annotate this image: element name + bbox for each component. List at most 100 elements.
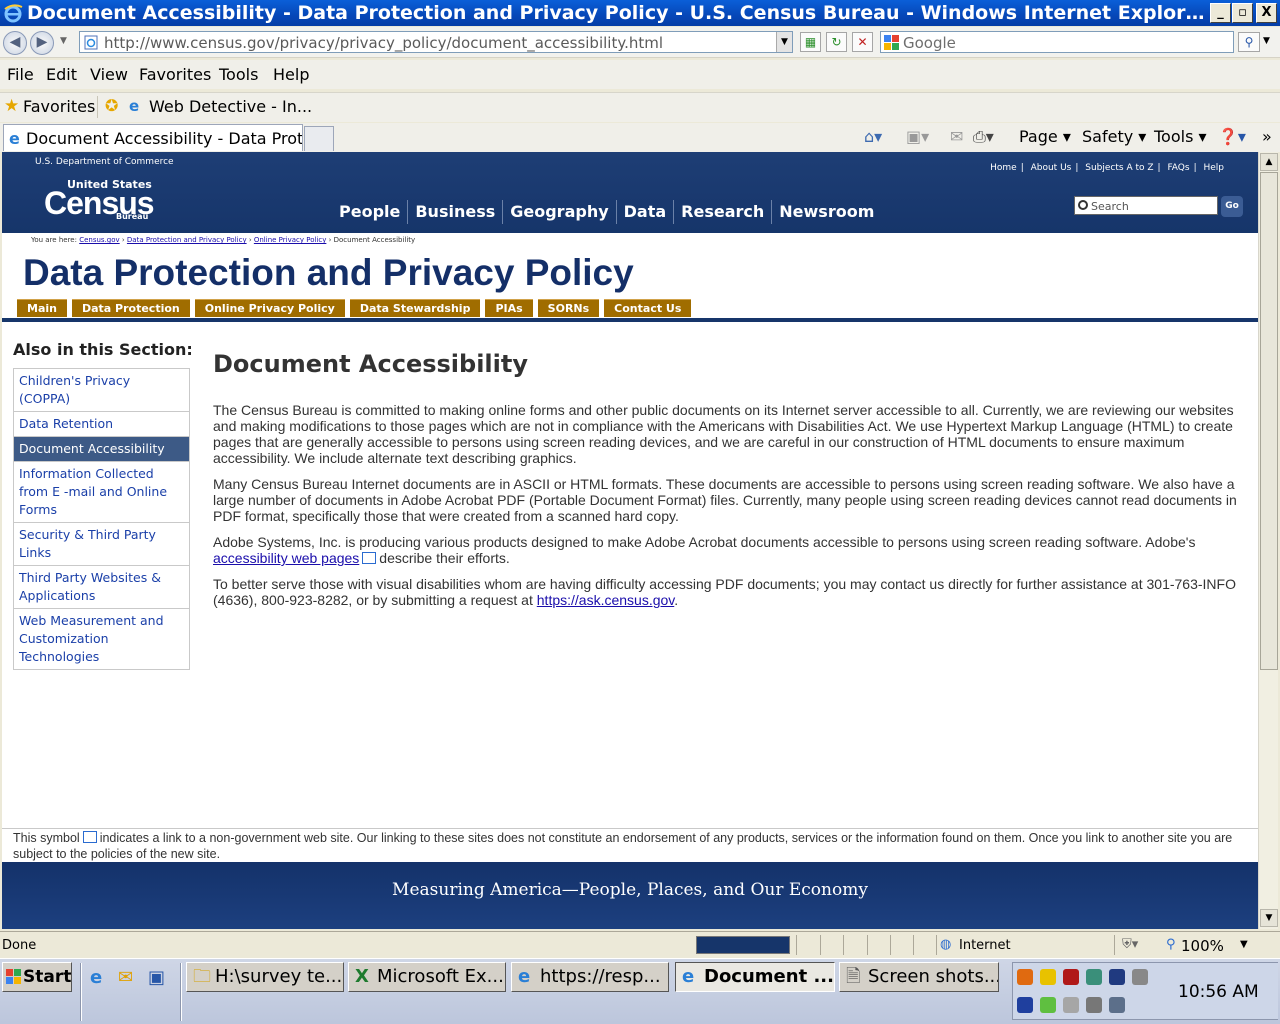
network-icon[interactable] — [1109, 997, 1125, 1013]
tab-contact-us[interactable]: Contact Us — [604, 299, 692, 317]
zoom-dropdown-icon[interactable]: ▼ — [1240, 939, 1248, 950]
feeds-icon[interactable]: ▣▾ — [906, 127, 929, 146]
protected-mode-icon[interactable]: ⛨▾ — [1122, 937, 1138, 952]
menu-view[interactable]: View — [90, 65, 128, 84]
tab-pias[interactable]: PIAs — [485, 299, 533, 317]
read-mail-icon[interactable]: ✉ — [950, 127, 963, 146]
site-search-input[interactable]: Search — [1074, 196, 1218, 215]
taskbar-button-explorer[interactable]: 🗀 H:\survey te... — [186, 962, 344, 992]
chevron-more-icon[interactable]: » — [1262, 127, 1272, 146]
zoom-level[interactable]: 100% — [1181, 937, 1224, 955]
lock-icon[interactable] — [1040, 969, 1056, 985]
sidebar-item-third-party-websites[interactable]: Third Party Websites & Applications — [14, 566, 189, 609]
nav-research[interactable]: Research — [674, 200, 773, 224]
stop-icon[interactable]: ✕ — [852, 32, 873, 52]
breadcrumb-link-census[interactable]: Census.gov — [79, 236, 119, 244]
tab-data-stewardship[interactable]: Data Stewardship — [349, 299, 481, 317]
quicklaunch-ie-icon[interactable]: e — [90, 967, 102, 988]
favorite-link-web-detective[interactable]: Web Detective - In... — [149, 97, 312, 116]
sidebar-item-document-accessibility[interactable]: Document Accessibility — [14, 437, 189, 462]
tab-main[interactable]: Main — [17, 299, 67, 317]
status-divider — [1114, 935, 1115, 955]
menu-file[interactable]: File — [7, 65, 34, 84]
favorites-button[interactable]: Favorites — [23, 97, 95, 116]
java-icon[interactable] — [1017, 969, 1033, 985]
top-link-faqs[interactable]: FAQs — [1167, 163, 1189, 173]
nav-geography[interactable]: Geography — [503, 200, 617, 224]
monitor-icon[interactable] — [1017, 997, 1033, 1013]
tab-document-accessibility[interactable]: e Document Accessibility - Data Prote... — [3, 124, 303, 151]
menu-help[interactable]: Help — [273, 65, 309, 84]
tools-menu[interactable]: Tools ▾ — [1154, 127, 1207, 146]
disclaimer-text: indicates a link to a non-government web… — [13, 831, 1233, 861]
menu-edit[interactable]: Edit — [46, 65, 77, 84]
sidebar-item-web-measurement[interactable]: Web Measurement and Customization Techno… — [14, 609, 189, 669]
network-tool-icon[interactable] — [1086, 969, 1102, 985]
tab-online-privacy-policy[interactable]: Online Privacy Policy — [194, 299, 345, 317]
add-favorite-icon[interactable]: ✪ — [105, 96, 118, 115]
taskbar-button-screenshots[interactable]: 🗎 Screen shots... — [839, 962, 999, 992]
quicklaunch-desktop-icon[interactable]: ▣ — [148, 967, 165, 988]
breadcrumb-link-privacy[interactable]: Data Protection and Privacy Policy — [127, 236, 247, 244]
new-tab-button[interactable] — [304, 126, 334, 151]
accessibility-web-pages-link[interactable]: accessibility web pages — [213, 550, 359, 566]
ask-census-link[interactable]: https://ask.census.gov — [537, 592, 674, 608]
vertical-scrollbar[interactable]: ▲ ▼ — [1258, 152, 1278, 929]
address-dropdown-icon[interactable]: ▼ — [776, 32, 792, 52]
top-link-help[interactable]: Help — [1203, 163, 1224, 173]
antivirus-icon[interactable] — [1063, 969, 1079, 985]
nav-people[interactable]: People — [332, 200, 409, 224]
home-icon[interactable]: ⌂▾ — [864, 127, 882, 146]
close-button[interactable]: X — [1256, 3, 1277, 23]
wireless-icon[interactable] — [1063, 997, 1079, 1013]
menu-tools[interactable]: Tools — [219, 65, 258, 84]
print-icon[interactable]: ⎙▾ — [973, 127, 994, 147]
scroll-thumb[interactable] — [1260, 172, 1278, 670]
page-menu[interactable]: Page ▾ — [1019, 127, 1071, 146]
scroll-down-button[interactable]: ▼ — [1260, 909, 1278, 927]
sidebar-item-information-collected[interactable]: Information Collected from E -mail and O… — [14, 462, 189, 523]
music-note-icon[interactable] — [1132, 969, 1148, 985]
nav-data[interactable]: Data — [617, 200, 675, 224]
safety-menu[interactable]: Safety ▾ — [1082, 127, 1146, 146]
clock[interactable]: 10:56 AM — [1178, 982, 1259, 1002]
taskbar-button-ie-resp[interactable]: e https://resp... — [511, 962, 669, 992]
minimize-button[interactable]: _ — [1210, 3, 1231, 23]
taskbar-button-excel[interactable]: X Microsoft Ex... — [348, 962, 506, 992]
sidebar-item-data-retention[interactable]: Data Retention — [14, 412, 189, 437]
top-link-about[interactable]: About Us — [1031, 163, 1072, 173]
taskbar-button-document[interactable]: e Document ... — [675, 962, 835, 992]
refresh-icon[interactable]: ↻ — [826, 32, 847, 52]
breadcrumb-link-online-privacy[interactable]: Online Privacy Policy — [254, 236, 327, 244]
site-header: U.S. Department of Commerce United State… — [2, 152, 1258, 233]
quicklaunch-outlook-icon[interactable]: ✉ — [118, 967, 133, 988]
start-button[interactable]: Start — [2, 962, 72, 992]
nav-newsroom[interactable]: Newsroom — [772, 200, 881, 224]
volume-icon[interactable] — [1086, 997, 1102, 1013]
scroll-up-button[interactable]: ▲ — [1260, 153, 1278, 171]
nvidia-icon[interactable] — [1040, 997, 1056, 1013]
top-link-subjects[interactable]: Subjects A to Z — [1085, 163, 1153, 173]
search-icon[interactable]: ⚲ — [1238, 32, 1260, 52]
tab-sorns[interactable]: SORNs — [537, 299, 600, 317]
windows-flag-icon[interactable] — [1109, 969, 1125, 985]
forward-button[interactable]: ▶ — [30, 31, 54, 55]
window-title-bar[interactable]: Document Accessibility - Data Protection… — [0, 0, 1280, 26]
menu-favorites[interactable]: Favorites — [139, 65, 211, 84]
back-button[interactable]: ◀ — [3, 31, 27, 55]
top-link-home[interactable]: Home — [990, 163, 1017, 173]
search-box[interactable]: Google — [880, 31, 1234, 53]
tab-data-protection[interactable]: Data Protection — [71, 299, 190, 317]
url-text[interactable]: http://www.census.gov/privacy/privacy_po… — [104, 34, 663, 52]
sidebar-item-childrens-privacy[interactable]: Children's Privacy (COPPA) — [14, 369, 189, 412]
maximize-button[interactable]: ▫ — [1232, 3, 1253, 23]
help-icon[interactable]: ❓▾ — [1218, 127, 1246, 146]
nav-business[interactable]: Business — [408, 200, 504, 224]
go-button[interactable]: Go — [1221, 196, 1243, 217]
search-options-dropdown[interactable]: ▼ — [1263, 36, 1270, 46]
sidebar-item-security-third-party[interactable]: Security & Third Party Links — [14, 523, 189, 566]
compatibility-view-icon[interactable]: ▦ — [800, 32, 821, 52]
address-bar[interactable]: http://www.census.gov/privacy/privacy_po… — [79, 31, 793, 53]
recent-pages-dropdown[interactable]: ▼ — [60, 36, 67, 46]
page-icon — [84, 35, 98, 50]
